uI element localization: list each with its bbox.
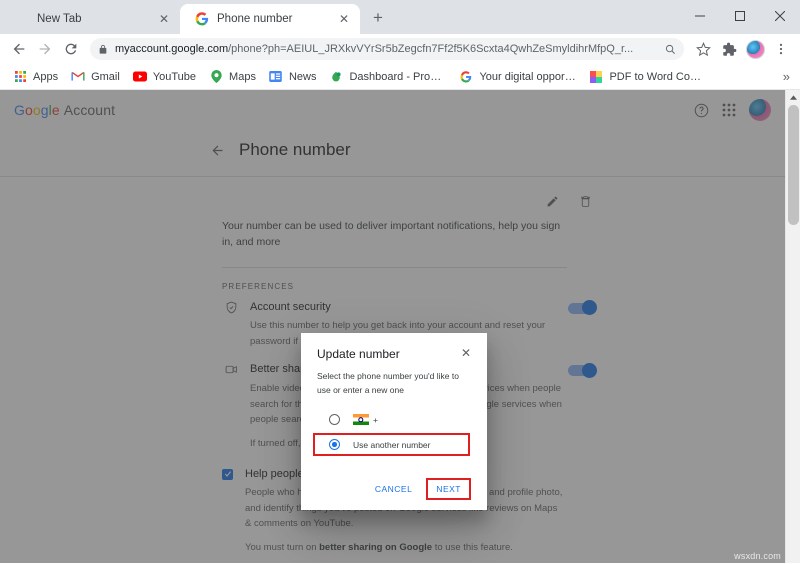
scrollbar-thumb[interactable] xyxy=(788,105,799,225)
search-zoom-icon[interactable] xyxy=(665,44,676,55)
google-g-icon xyxy=(458,69,474,85)
tab-favicon-blank xyxy=(14,12,29,27)
watermark: wsxdn.com xyxy=(734,551,781,561)
radio-existing-number[interactable] xyxy=(329,414,340,426)
google-g-icon xyxy=(194,12,209,27)
existing-number-label: + xyxy=(373,414,378,425)
bookmark-maps[interactable]: Maps xyxy=(202,66,262,88)
bookmark-label: PDF to Word Conve... xyxy=(609,70,707,83)
youtube-icon xyxy=(132,69,148,85)
dialog-subtitle: Select the phone number you'd like to us… xyxy=(317,371,459,395)
apps-grid-icon xyxy=(12,69,28,85)
bookmark-label: News xyxy=(288,70,317,83)
browser-window: New Tab ✕ Phone number ✕ + myaccount.goo… xyxy=(0,0,800,564)
window-controls xyxy=(680,0,800,32)
pdf-color-icon xyxy=(588,69,604,85)
scroll-up-arrow-icon[interactable] xyxy=(786,90,800,105)
page-viewport: GoogleAccount xyxy=(0,90,800,563)
tab-new-tab[interactable]: New Tab ✕ xyxy=(0,4,180,34)
browser-toolbar: myaccount.google.com/phone?ph=AEIUL_JRXk… xyxy=(0,34,800,64)
bookmark-label: YouTube xyxy=(152,70,197,83)
dialog-header: Update number ✕ xyxy=(317,347,471,361)
gmail-icon xyxy=(70,69,86,85)
avatar xyxy=(745,39,765,59)
tab-label: New Tab xyxy=(37,13,82,25)
bookmark-apps[interactable]: Apps xyxy=(6,66,64,88)
minimize-icon[interactable] xyxy=(680,0,720,32)
bookmark-youtube[interactable]: YouTube xyxy=(126,66,202,88)
india-flag-icon xyxy=(353,414,369,426)
bookmarks-overflow-icon[interactable]: » xyxy=(783,69,794,84)
bookmark-your-digital-opportunity[interactable]: Your digital opport... xyxy=(452,66,582,88)
close-icon[interactable]: ✕ xyxy=(461,347,471,359)
use-another-number-label: Use another number xyxy=(353,439,431,450)
maximize-icon[interactable] xyxy=(720,0,760,32)
profile-avatar-icon[interactable] xyxy=(742,36,768,62)
maps-pin-icon xyxy=(208,69,224,85)
bookmark-gmail[interactable]: Gmail xyxy=(64,66,126,88)
tab-close-icon[interactable]: ✕ xyxy=(336,11,352,27)
reload-icon[interactable] xyxy=(58,36,84,62)
bookmark-dashboard[interactable]: Dashboard - ProSe... xyxy=(322,66,452,88)
tab-phone-number[interactable]: Phone number ✕ xyxy=(180,4,360,34)
tab-close-icon[interactable]: ✕ xyxy=(156,11,172,27)
back-icon[interactable] xyxy=(6,36,32,62)
option-existing-number[interactable]: + xyxy=(317,411,471,428)
next-button[interactable]: NEXT xyxy=(426,478,471,501)
bookmark-star-icon[interactable] xyxy=(690,36,716,62)
new-tab-button[interactable]: + xyxy=(364,4,392,32)
url-text: myaccount.google.com/phone?ph=AEIUL_JRXk… xyxy=(115,43,634,55)
bookmark-label: Gmail xyxy=(91,70,120,83)
option-use-another-number[interactable]: Use another number xyxy=(313,433,470,457)
update-number-dialog: Update number ✕ Select the phone number … xyxy=(301,333,487,511)
news-icon xyxy=(268,69,284,85)
dashboard-icon xyxy=(328,69,344,85)
lock-icon xyxy=(98,44,108,55)
address-bar[interactable]: myaccount.google.com/phone?ph=AEIUL_JRXk… xyxy=(90,38,684,60)
forward-icon[interactable] xyxy=(32,36,58,62)
bookmarks-bar: Apps Gmail YouTube Maps News Dashboard -… xyxy=(0,64,800,90)
tab-strip: New Tab ✕ Phone number ✕ + xyxy=(0,0,800,34)
bookmark-pdf-to-word[interactable]: PDF to Word Conve... xyxy=(582,66,712,88)
dialog-title: Update number xyxy=(317,347,400,361)
tab-label: Phone number xyxy=(217,13,293,25)
number-radio-group: + Use another number xyxy=(313,411,471,457)
close-icon[interactable] xyxy=(760,0,800,32)
cancel-button[interactable]: CANCEL xyxy=(367,479,420,499)
page-scrollbar[interactable] xyxy=(785,90,800,563)
bookmark-label: Your digital opport... xyxy=(479,70,577,83)
bookmark-label: Dashboard - ProSe... xyxy=(349,70,447,83)
bookmark-label: Apps xyxy=(33,70,59,83)
chrome-menu-icon[interactable] xyxy=(768,36,794,62)
bookmark-news[interactable]: News xyxy=(262,66,323,88)
extensions-puzzle-icon[interactable] xyxy=(716,36,742,62)
radio-use-another-number[interactable] xyxy=(329,439,340,451)
bookmark-label: Maps xyxy=(229,70,256,83)
dialog-actions: CANCEL NEXT xyxy=(317,478,471,501)
